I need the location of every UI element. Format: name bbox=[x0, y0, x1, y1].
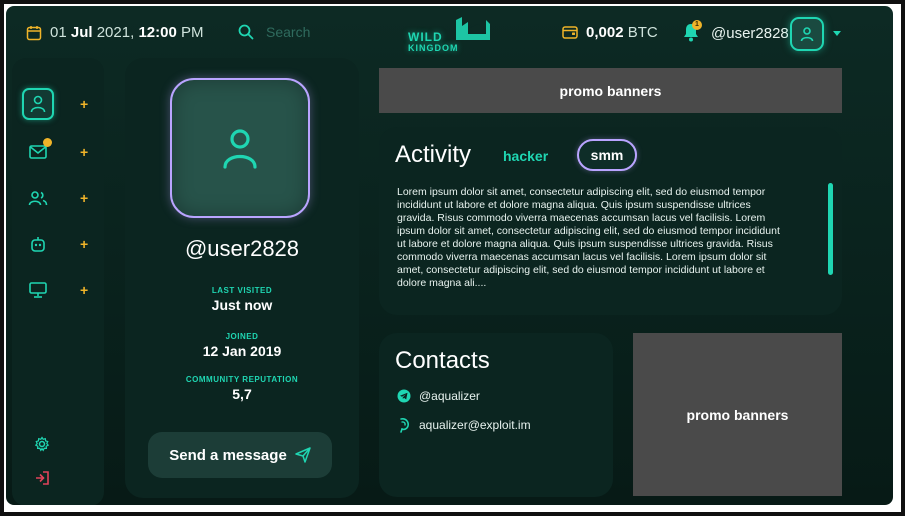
tag-hacker[interactable]: hacker bbox=[503, 148, 548, 164]
mail-badge bbox=[43, 138, 52, 147]
sidebar-item-messages[interactable]: + bbox=[22, 136, 92, 168]
logo[interactable]: WILD KINGDOM bbox=[406, 16, 490, 56]
send-message-button[interactable]: Send a message bbox=[148, 432, 332, 478]
profile-username: @user2828 bbox=[184, 236, 300, 261]
plus-icon[interactable]: + bbox=[80, 96, 88, 112]
app-window: 01 Jul 2021, 12:00 PM WILD KINGDOM bbox=[4, 4, 895, 507]
profile-card: @user2828 LAST VISITED Just now JOINED 1… bbox=[125, 58, 359, 498]
user-icon bbox=[30, 95, 46, 113]
logo-text-kingdom: KINGDOM bbox=[408, 43, 459, 53]
reputation-label: COMMUNITY REPUTATION bbox=[185, 375, 299, 384]
wallet-icon bbox=[562, 26, 578, 39]
plus-icon[interactable]: + bbox=[80, 236, 88, 252]
sidebar-icon-wrap bbox=[22, 274, 54, 306]
joined-label: JOINED bbox=[225, 332, 259, 341]
search-bar bbox=[238, 21, 386, 43]
contact-jabber[interactable]: aqualizer@exploit.im bbox=[397, 417, 531, 433]
users-icon bbox=[28, 191, 48, 206]
jabber-icon bbox=[400, 418, 409, 433]
chevron-down-icon[interactable] bbox=[833, 31, 841, 36]
gear-icon bbox=[34, 436, 50, 452]
wallet-balance[interactable]: 0,002 BTC bbox=[562, 24, 658, 41]
contact-telegram[interactable]: @aqualizer bbox=[397, 389, 480, 403]
logo-text-wild: WILD bbox=[408, 30, 443, 44]
sidebar-icon-wrap bbox=[22, 182, 54, 214]
balance-amount: 0,002 bbox=[586, 24, 624, 41]
balance-currency: BTC bbox=[627, 24, 658, 41]
time-ampm: PM bbox=[180, 24, 204, 41]
sidebar-item-devices[interactable]: + bbox=[22, 274, 92, 306]
activity-scrollbar[interactable] bbox=[828, 183, 833, 275]
telegram-icon bbox=[397, 389, 411, 403]
promo-banner-top[interactable]: promo banners bbox=[379, 68, 842, 113]
search-icon[interactable] bbox=[238, 24, 254, 40]
header-username[interactable]: @user2828 bbox=[711, 25, 789, 42]
send-icon bbox=[295, 447, 311, 463]
sidebar-item-profile[interactable]: + bbox=[22, 88, 92, 120]
plus-icon[interactable]: + bbox=[80, 190, 88, 206]
date-year: 2021, bbox=[96, 24, 135, 41]
header-avatar[interactable] bbox=[790, 17, 824, 51]
activity-card: Activity hacker smm Lorem ipsum dolor si… bbox=[379, 127, 842, 315]
calendar-icon bbox=[26, 25, 42, 40]
reputation-value: 5,7 bbox=[232, 386, 252, 402]
settings-button[interactable] bbox=[30, 432, 54, 456]
user-icon bbox=[223, 129, 257, 169]
activity-title: Activity bbox=[395, 141, 472, 168]
tag-smm[interactable]: smm bbox=[577, 139, 637, 171]
jabber-address: aqualizer@exploit.im bbox=[419, 418, 531, 432]
promo-banner-side[interactable]: promo banners bbox=[633, 333, 842, 496]
last-visited-value: Just now bbox=[211, 297, 273, 313]
sidebar-icon-wrap bbox=[22, 228, 54, 260]
user-icon bbox=[800, 27, 814, 42]
date-month: Jul bbox=[70, 24, 93, 41]
mail-icon bbox=[29, 145, 47, 159]
telegram-handle: @aqualizer bbox=[419, 389, 480, 403]
contacts-card: Contacts @aqualizer aqualizer@exploit.im bbox=[379, 333, 613, 497]
logout-button[interactable] bbox=[30, 466, 54, 490]
send-message-label: Send a message bbox=[169, 446, 287, 464]
promo-banner-top-label: promo banners bbox=[559, 82, 662, 99]
top-bar: 01 Jul 2021, 12:00 PM WILD KINGDOM bbox=[6, 6, 893, 61]
plus-icon[interactable]: + bbox=[80, 282, 88, 298]
sidebar: + + + + + bbox=[12, 58, 104, 505]
activity-text: Lorem ipsum dolor sit amet, consectetur … bbox=[397, 186, 780, 289]
plus-icon[interactable]: + bbox=[80, 144, 88, 160]
sidebar-item-bots[interactable]: + bbox=[22, 228, 92, 260]
monitor-icon bbox=[29, 282, 47, 298]
sidebar-item-friends[interactable]: + bbox=[22, 182, 92, 214]
robot-icon bbox=[31, 237, 45, 252]
contacts-title: Contacts bbox=[395, 347, 490, 374]
promo-banner-side-label: promo banners bbox=[686, 406, 789, 423]
notification-badge: 1 bbox=[692, 20, 702, 30]
last-visited-label: LAST VISITED bbox=[211, 286, 273, 295]
logout-icon bbox=[36, 471, 49, 485]
date-time: 01 Jul 2021, 12:00 PM bbox=[26, 24, 203, 41]
joined-value: 12 Jan 2019 bbox=[202, 343, 282, 359]
sidebar-icon-wrap bbox=[22, 88, 54, 120]
search-input[interactable] bbox=[266, 21, 386, 43]
profile-avatar[interactable] bbox=[170, 78, 310, 218]
time: 12:00 bbox=[138, 24, 177, 41]
date-day: 01 bbox=[50, 24, 67, 41]
